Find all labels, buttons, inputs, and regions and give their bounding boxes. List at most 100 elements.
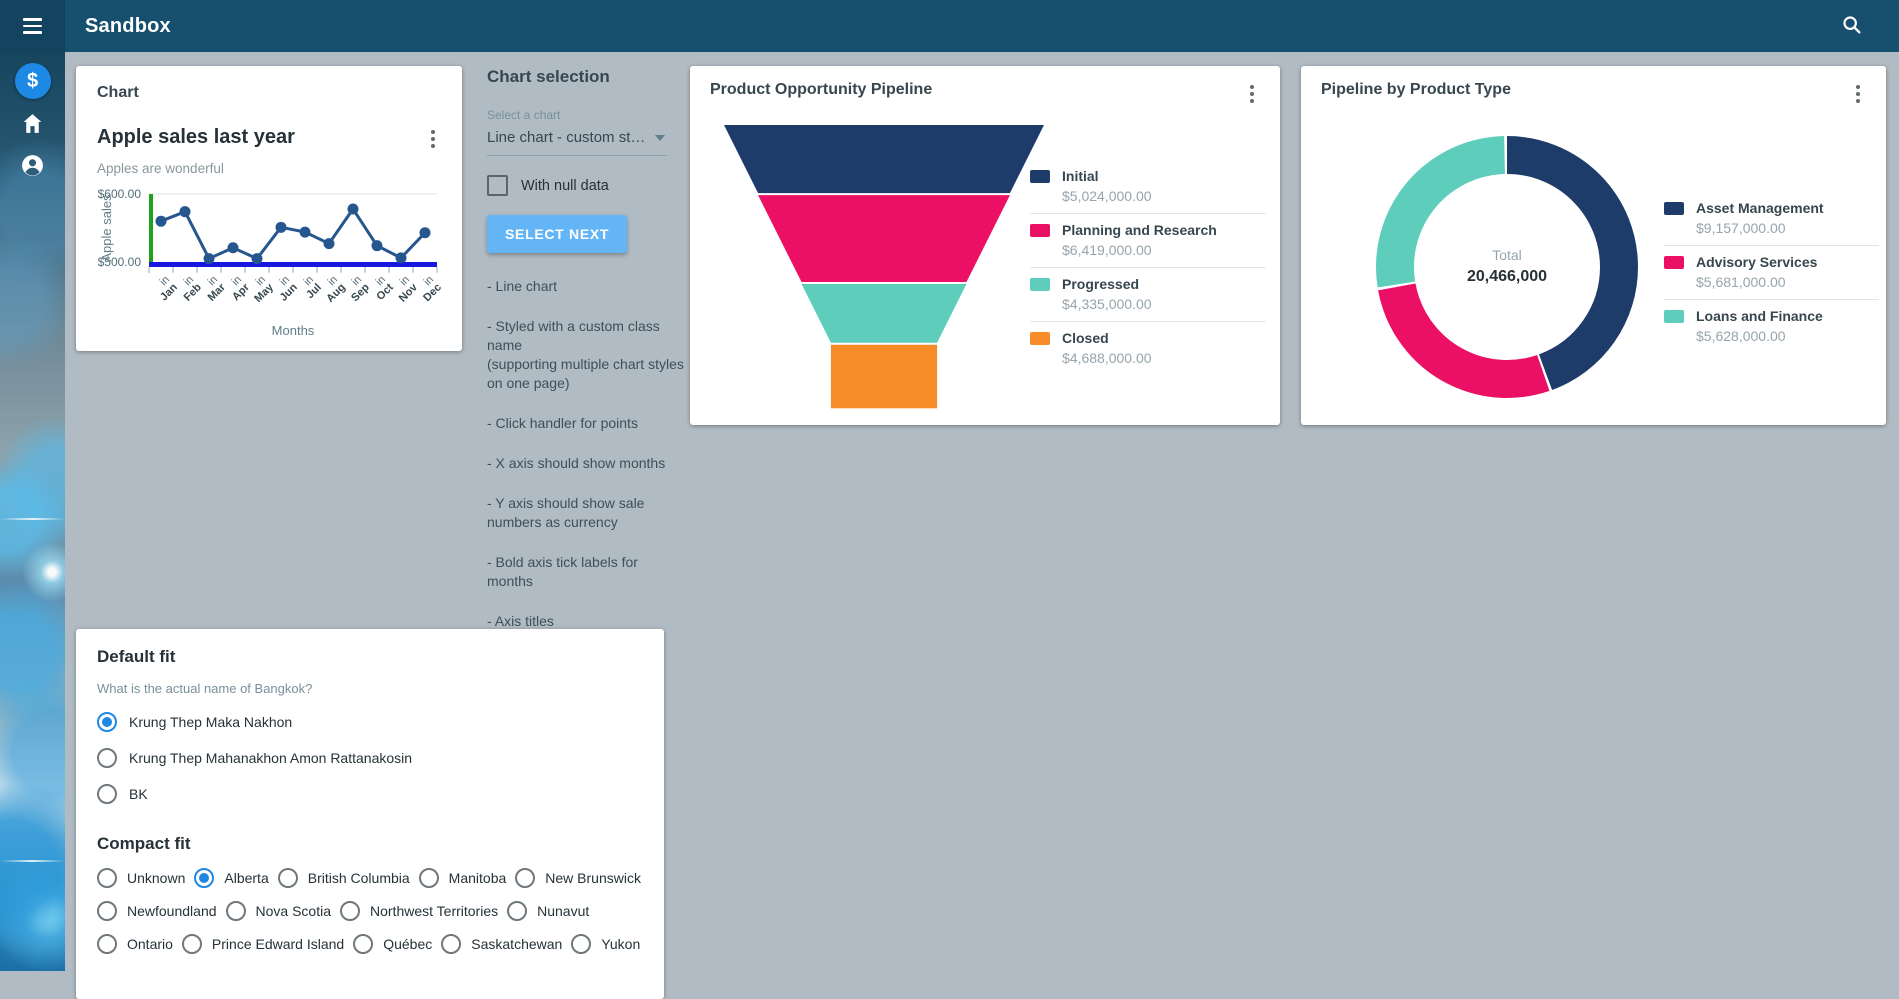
radio-label: Nunavut bbox=[537, 903, 589, 919]
line-point-Sep[interactable] bbox=[348, 203, 359, 214]
legend-value: $4,688,000.00 bbox=[1062, 350, 1266, 366]
radio-unselected-icon[interactable] bbox=[97, 868, 117, 888]
radio-option-unknown[interactable]: Unknown bbox=[97, 868, 185, 888]
legend-label: Progressed bbox=[1062, 276, 1139, 292]
radio-label: British Columbia bbox=[308, 870, 410, 886]
radio-unselected-icon[interactable] bbox=[97, 934, 117, 954]
radio-unselected-icon[interactable] bbox=[507, 901, 527, 921]
line-point-Feb[interactable] bbox=[180, 206, 191, 217]
radio-label: Ontario bbox=[127, 936, 173, 952]
radio-unselected-icon[interactable] bbox=[97, 901, 117, 921]
radio-unselected-icon[interactable] bbox=[97, 784, 117, 804]
account-nav-button[interactable] bbox=[0, 144, 65, 186]
radio-unselected-icon[interactable] bbox=[97, 748, 117, 768]
legend-item-Loans and Finance[interactable]: Loans and Finance$5,628,000.00 bbox=[1664, 300, 1879, 353]
x-tick-label: inApr bbox=[222, 273, 252, 303]
legend-item-Advisory Services[interactable]: Advisory Services $5,681,000.00 bbox=[1664, 246, 1879, 300]
radio-option-bk[interactable]: BK bbox=[97, 784, 643, 804]
radio-unselected-icon[interactable] bbox=[278, 868, 298, 888]
hamburger-menu-icon[interactable] bbox=[17, 12, 48, 40]
line-point-Jan[interactable] bbox=[156, 216, 167, 227]
radio-label: Newfoundland bbox=[127, 903, 217, 919]
radio-label: Krung Thep Mahanakhon Amon Rattanakosin bbox=[129, 750, 412, 766]
line-point-Aug[interactable] bbox=[324, 238, 335, 249]
null-data-checkbox-row[interactable]: With null data bbox=[487, 175, 687, 196]
sales-nav-button[interactable]: $ bbox=[0, 60, 65, 102]
line-point-Dec[interactable] bbox=[420, 227, 431, 238]
chart-selection-panel: Chart selection Select a chart Line char… bbox=[487, 67, 687, 652]
line-chart[interactable]: inJaninFebinMarinAprinMayinJuninJulinAug… bbox=[97, 182, 447, 340]
legend-label: Loans and Finance bbox=[1696, 308, 1823, 324]
radio-option-manitoba[interactable]: Manitoba bbox=[419, 868, 507, 888]
funnel-segment-Planning and Research[interactable] bbox=[758, 195, 1010, 282]
legend-item-Planning and Research[interactable]: Planning and Research$6,419,000.00 bbox=[1030, 214, 1266, 268]
note-item: - Styled with a custom class name (suppo… bbox=[487, 317, 687, 393]
line-point-Oct[interactable] bbox=[372, 240, 383, 251]
funnel-segment-Initial[interactable] bbox=[724, 125, 1044, 193]
legend-label: Advisory Services bbox=[1696, 254, 1817, 270]
radio-option-new-brunswick[interactable]: New Brunswick bbox=[515, 868, 641, 888]
line-point-Nov[interactable] bbox=[396, 252, 407, 263]
search-icon[interactable] bbox=[1837, 10, 1867, 43]
select-next-button[interactable]: SELECT NEXT bbox=[487, 215, 627, 253]
radio-selected-icon[interactable] bbox=[97, 712, 117, 732]
radio-label: Unknown bbox=[127, 870, 185, 886]
donut-menu-icon[interactable] bbox=[1850, 81, 1866, 107]
bangkok-question: What is the actual name of Bangkok? bbox=[97, 681, 643, 696]
legend-value: $5,681,000.00 bbox=[1696, 274, 1879, 290]
note-item: - Click handler for points bbox=[487, 414, 687, 433]
radio-option-nunavut[interactable]: Nunavut bbox=[507, 901, 589, 921]
radio-label: Northwest Territories bbox=[370, 903, 498, 919]
radio-option-british-columbia[interactable]: British Columbia bbox=[278, 868, 410, 888]
line-point-Jun[interactable] bbox=[276, 222, 287, 233]
funnel-menu-icon[interactable] bbox=[1244, 81, 1260, 107]
radio-label: New Brunswick bbox=[545, 870, 641, 886]
donut-chart[interactable]: Total20,466,000 bbox=[1301, 66, 1681, 425]
legend-item-Asset Management[interactable]: Asset Management$9,157,000.00 bbox=[1664, 192, 1879, 246]
radio-unselected-icon[interactable] bbox=[226, 901, 246, 921]
sidebar: $ bbox=[0, 52, 65, 971]
radio-option-alberta[interactable]: Alberta bbox=[194, 868, 268, 888]
radio-option-saskatchewan[interactable]: Saskatchewan bbox=[441, 934, 562, 954]
radio-unselected-icon[interactable] bbox=[515, 868, 535, 888]
legend-item-Closed[interactable]: Closed$4,688,000.00 bbox=[1030, 322, 1266, 375]
legend-swatch bbox=[1030, 224, 1050, 237]
radio-option-krung-thep-maka-nakhon[interactable]: Krung Thep Maka Nakhon bbox=[97, 712, 643, 732]
chart-card-title: Chart bbox=[97, 84, 441, 102]
funnel-segment-Progressed[interactable] bbox=[802, 284, 967, 343]
radio-unselected-icon[interactable] bbox=[571, 934, 591, 954]
legend-swatch bbox=[1664, 256, 1684, 269]
line-point-Apr[interactable] bbox=[228, 242, 239, 253]
radio-option-ontario[interactable]: Ontario bbox=[97, 934, 173, 954]
radio-unselected-icon[interactable] bbox=[353, 934, 373, 954]
bangkok-radio-group: Krung Thep Maka Nakhon Krung Thep Mahanak… bbox=[97, 712, 643, 804]
legend-swatch bbox=[1664, 310, 1684, 323]
line-point-Mar[interactable] bbox=[204, 253, 215, 264]
radio-option-northwest-territories[interactable]: Northwest Territories bbox=[340, 901, 498, 921]
chart-select-dropdown[interactable]: Line chart - custom st… bbox=[487, 122, 667, 156]
radio-unselected-icon[interactable] bbox=[340, 901, 360, 921]
radio-selected-icon[interactable] bbox=[194, 868, 214, 888]
donut-center-label: Total bbox=[1492, 247, 1522, 263]
radio-option-newfoundland[interactable]: Newfoundland bbox=[97, 901, 217, 921]
radio-option-krung-thep-mahanakhon-amon-rattanakosin[interactable]: Krung Thep Mahanakhon Amon Rattanakosin bbox=[97, 748, 643, 768]
radio-option-yukon[interactable]: Yukon bbox=[571, 934, 640, 954]
funnel-segment-Closed[interactable] bbox=[831, 345, 937, 409]
radio-unselected-icon[interactable] bbox=[441, 934, 461, 954]
chart-menu-icon[interactable] bbox=[425, 126, 441, 152]
x-axis-title: Months bbox=[272, 323, 315, 338]
y-axis-title: Apple sales bbox=[99, 194, 114, 262]
line-point-Jul[interactable] bbox=[300, 227, 311, 238]
radio-option-nova-scotia[interactable]: Nova Scotia bbox=[226, 901, 331, 921]
radio-option-prince-edward-island[interactable]: Prince Edward Island bbox=[182, 934, 344, 954]
radio-unselected-icon[interactable] bbox=[419, 868, 439, 888]
home-nav-button[interactable] bbox=[0, 102, 65, 144]
radio-unselected-icon[interactable] bbox=[182, 934, 202, 954]
line-point-May[interactable] bbox=[252, 253, 263, 264]
selection-title: Chart selection bbox=[487, 67, 687, 87]
radio-option-qu-bec[interactable]: Québec bbox=[353, 934, 432, 954]
legend-item-Progressed[interactable]: Progressed$4,335,000.00 bbox=[1030, 268, 1266, 322]
checkbox-unchecked-icon[interactable] bbox=[487, 175, 508, 196]
account-icon bbox=[20, 153, 45, 178]
legend-item-Initial[interactable]: Initial$5,024,000.00 bbox=[1030, 160, 1266, 214]
